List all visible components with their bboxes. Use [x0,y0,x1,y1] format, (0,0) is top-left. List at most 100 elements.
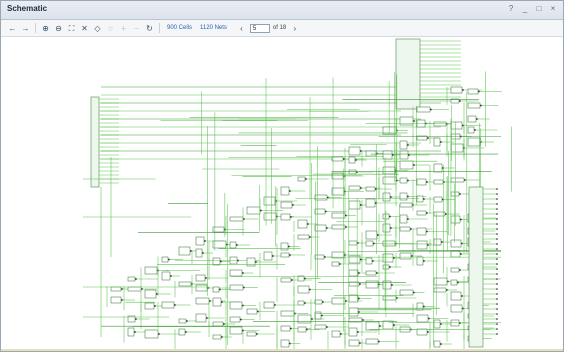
chevron-left-icon[interactable]: ‹ [236,23,247,34]
forward-icon[interactable]: → [20,23,31,34]
logic-gate [433,137,441,147]
logic-gate [229,301,243,310]
logic-gate [161,256,169,263]
zoom-in-icon[interactable]: ⊕ [40,23,51,34]
logic-gate [297,176,306,182]
page-total-label: of 18 [272,25,287,31]
pin [496,258,498,260]
pin [496,228,498,230]
back-icon[interactable]: ← [7,23,18,34]
schematic-diagram[interactable] [1,37,563,349]
logic-gate [212,286,220,293]
logic-gate [297,300,305,306]
logic-gate [280,252,290,258]
logic-gate [416,227,427,236]
select-area-icon[interactable]: ◇ [92,23,103,34]
pin [496,193,498,195]
chevron-right-icon[interactable]: › [289,23,300,34]
logic-gate [416,328,428,336]
logic-gate [297,234,310,240]
logic-gate [450,121,463,130]
logic-gate [348,339,360,347]
remove-icon[interactable]: − [131,23,142,34]
pin [496,298,498,300]
logic-gate [348,200,361,210]
logic-gate [178,318,187,324]
logic-gate [433,340,441,348]
logic-gate [229,284,244,291]
logic-gate [314,311,322,320]
close-icon[interactable]: × [549,4,557,14]
logic-gate [433,196,443,203]
minimize-icon[interactable]: _ [521,4,529,14]
schematic-window: Schematic ? _ □ × ← → ⊕ ⊖ ⛶ ✕ ◇ ○ + − ↻ … [0,0,564,352]
logic-gate [450,250,461,258]
logic-gate [280,201,293,209]
pin [496,208,498,210]
zoom-out-icon[interactable]: ⊖ [53,23,64,34]
refresh-icon[interactable]: ↻ [144,23,155,34]
logic-gate [297,326,307,333]
logic-gate [348,307,359,317]
logic-gate [450,291,462,301]
logic-gate [280,325,291,332]
logic-gate [212,334,222,340]
logic-gate [348,146,361,156]
toolbar: ← → ⊕ ⊖ ⛶ ✕ ◇ ○ + − ↻ 900 Cells 1120 Net… [1,20,563,37]
logic-gate [246,308,258,315]
logic-gate [365,270,377,276]
logic-gate [416,302,424,311]
pin [496,308,498,310]
logic-gate [144,266,158,275]
dimmed-option-icon[interactable]: ○ [105,23,116,34]
logic-gate [314,324,327,330]
logic-gate [348,269,359,277]
logic-gate [450,239,462,248]
logic-gate [467,88,479,95]
logic-gate [195,236,205,246]
schematic-canvas[interactable] [1,37,563,351]
logic-gate [229,316,241,323]
logic-gate [399,160,414,170]
logic-gate [365,150,377,157]
logic-gate [263,301,275,309]
logic-gate [246,331,257,337]
logic-gate [365,186,376,192]
logic-gate [399,289,414,296]
help-icon[interactable]: ? [507,4,515,14]
logic-gate [314,194,328,201]
logic-gate [399,214,408,224]
page-number-input[interactable]: 5 [249,23,270,33]
logic-gate [399,150,409,160]
cells-link[interactable]: 900 Cells [167,25,192,31]
logic-gate [365,240,374,247]
zoom-area-icon[interactable]: ✕ [79,23,90,34]
logic-gate [399,116,414,126]
logic-gate [382,253,394,263]
logic-gate [263,196,276,206]
bus-block [90,96,100,188]
maximize-icon[interactable]: □ [535,4,543,14]
logic-gate [416,106,431,113]
add-icon[interactable]: + [118,23,129,34]
logic-gate [212,297,222,307]
logic-gate [195,248,203,258]
title-bar: Schematic ? _ □ × [1,1,563,20]
logic-gate [178,246,191,256]
logic-gate [348,327,358,337]
logic-gate [195,297,210,305]
logic-gate [212,257,221,266]
pin [496,213,498,215]
logic-gate [178,328,186,336]
logic-gate [331,212,346,219]
logic-gate [399,252,412,260]
toolbar-divider [159,23,160,33]
logic-gate [212,321,224,327]
logic-gate [450,191,460,197]
logic-gate [433,287,447,293]
logic-gate [229,326,243,335]
logic-gate [229,241,237,249]
logic-gate [433,238,442,246]
zoom-fit-icon[interactable]: ⛶ [66,23,77,34]
nets-link[interactable]: 1120 Nets [200,25,227,31]
